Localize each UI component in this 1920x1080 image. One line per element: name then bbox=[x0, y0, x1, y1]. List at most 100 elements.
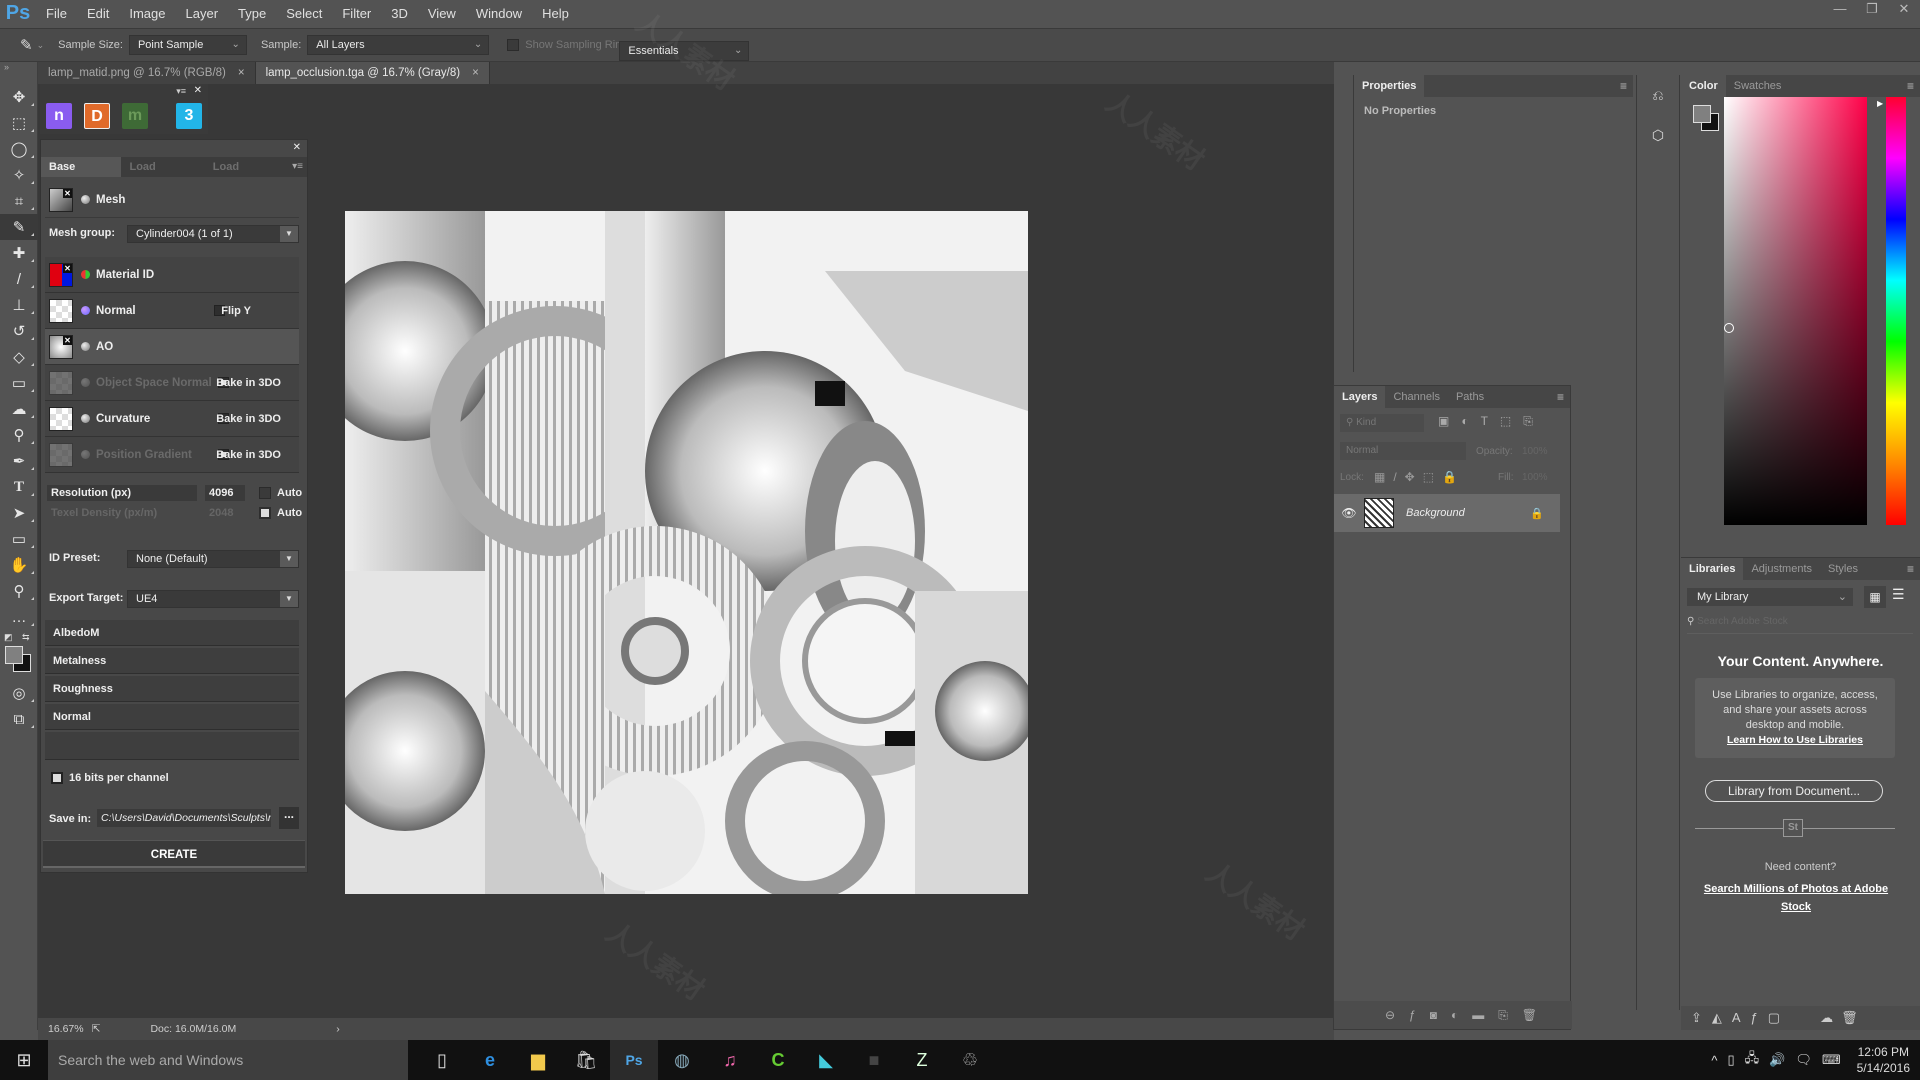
magic-wand-tool-icon[interactable]: ✧ bbox=[0, 162, 38, 188]
menu-layer[interactable]: Layer bbox=[176, 0, 229, 28]
tab-paths[interactable]: Paths bbox=[1448, 386, 1492, 408]
stamp-tool-icon[interactable]: ⊥ bbox=[0, 292, 38, 318]
eyedropper-icon[interactable]: ✎ bbox=[20, 36, 33, 54]
layer-row-background[interactable]: 👁 Background 🔒 bbox=[1334, 494, 1560, 532]
panel-menu-icon[interactable]: ▾≡ bbox=[292, 157, 303, 177]
tab-adjustments[interactable]: Adjustments bbox=[1743, 558, 1820, 580]
tab-base-creator[interactable]: Base Creator bbox=[41, 157, 122, 193]
tab-libraries[interactable]: Libraries bbox=[1681, 558, 1744, 580]
list-view-icon[interactable]: ☰ bbox=[1892, 586, 1905, 603]
workspace-select[interactable]: Essentials ⌄ bbox=[619, 41, 750, 61]
plugin-n-icon[interactable]: n bbox=[46, 103, 72, 129]
taskbar-search-box[interactable]: Search the web and Windows bbox=[48, 1040, 408, 1080]
keyboard-icon[interactable]: ⌨ bbox=[1822, 1052, 1841, 1068]
save-path-input[interactable]: C:\Users\David\Documents\Sculpts\rip bbox=[97, 809, 271, 827]
healing-tool-icon[interactable]: ✚ bbox=[0, 240, 38, 266]
foreground-color-swatch[interactable] bbox=[1693, 105, 1711, 123]
task-view-icon[interactable]: ▯ bbox=[418, 1040, 466, 1080]
color-saturation-field[interactable] bbox=[1724, 97, 1867, 525]
eraser-tool-icon[interactable]: ◇ bbox=[0, 344, 38, 370]
marquee-tool-icon[interactable]: ⬚ bbox=[0, 110, 38, 136]
position-gradient-thumbnail[interactable] bbox=[49, 442, 73, 467]
zoom-level[interactable]: 16.67% bbox=[48, 1023, 84, 1035]
show-sampling-ring-checkbox[interactable] bbox=[507, 39, 520, 51]
layer-filter-icons[interactable]: ▣◐T⬚⎘ bbox=[1438, 414, 1545, 429]
menu-filter[interactable]: Filter bbox=[332, 0, 381, 28]
tab-load-inputs[interactable]: Load Inputs... bbox=[121, 157, 204, 193]
plugin-3-icon[interactable]: 3 bbox=[176, 103, 202, 129]
default-colors-icon[interactable]: ◩ bbox=[4, 632, 13, 643]
blur-tool-icon[interactable]: ☁ bbox=[0, 396, 38, 422]
status-menu-chevron-icon[interactable]: › bbox=[336, 1023, 340, 1035]
panel-menu-icon[interactable]: ≡ bbox=[1620, 79, 1627, 93]
more-tools-icon[interactable]: … bbox=[0, 604, 38, 630]
texel-auto-checkbox[interactable] bbox=[259, 507, 271, 519]
menu-type[interactable]: Type bbox=[228, 0, 276, 28]
menu-help[interactable]: Help bbox=[532, 0, 579, 28]
lock-icon[interactable]: 🔒 bbox=[1530, 507, 1544, 520]
close-button[interactable]: ✕ bbox=[1888, 0, 1920, 20]
hand-tool-icon[interactable]: ✋ bbox=[0, 552, 38, 578]
color-picker-handle[interactable] bbox=[1724, 323, 1734, 333]
ao-thumbnail[interactable]: ✕ bbox=[49, 334, 73, 359]
close-panel-icon[interactable]: ✕ bbox=[293, 142, 301, 153]
itunes-icon[interactable]: ♫ bbox=[706, 1040, 754, 1080]
tab-channels[interactable]: Channels bbox=[1385, 386, 1447, 408]
mesh-group-select[interactable]: Cylinder004 (1 of 1) ▼ bbox=[127, 225, 299, 243]
remove-icon[interactable]: ✕ bbox=[63, 188, 72, 198]
volume-icon[interactable]: 🔊 bbox=[1769, 1052, 1785, 1068]
file-explorer-icon[interactable]: ▆ bbox=[514, 1040, 562, 1080]
show-hidden-icons-chevron-icon[interactable]: ^ bbox=[1711, 1053, 1717, 1068]
16-bits-checkbox[interactable] bbox=[51, 772, 63, 784]
recycle-app-icon[interactable]: ♲ bbox=[946, 1040, 994, 1080]
sample-select[interactable]: All Layers ⌄ bbox=[307, 35, 490, 55]
steam-icon[interactable]: ◍ bbox=[658, 1040, 706, 1080]
tool-preset-chevron-icon[interactable]: ⌄ bbox=[37, 40, 45, 51]
create-button[interactable]: CREATE bbox=[43, 840, 305, 868]
close-tab-icon[interactable]: × bbox=[238, 67, 245, 79]
material-id-thumbnail[interactable]: ✕ bbox=[49, 262, 73, 287]
move-tool-icon[interactable]: ✥ bbox=[0, 84, 38, 110]
stock-search-input[interactable]: ⚲ Search Adobe Stock bbox=[1687, 616, 1913, 634]
plugin-m-icon[interactable]: m bbox=[122, 103, 148, 129]
hue-slider[interactable] bbox=[1886, 97, 1906, 525]
mesh-row[interactable]: ✕ Mesh bbox=[45, 182, 299, 218]
sample-size-select[interactable]: Point Sample ⌄ bbox=[128, 35, 247, 55]
screen-mode-icon[interactable]: ⧉ bbox=[0, 706, 38, 732]
blend-mode-select[interactable]: Normal bbox=[1340, 442, 1466, 460]
lock-icons[interactable]: ▦/✥⬚🔒 bbox=[1374, 470, 1465, 484]
gradient-tool-icon[interactable]: ▭ bbox=[0, 370, 38, 396]
remove-icon[interactable]: ✕ bbox=[63, 263, 72, 273]
menu-view[interactable]: View bbox=[418, 0, 466, 28]
close-panel-icon[interactable]: ✕ bbox=[194, 85, 202, 96]
eyedropper-tool-icon[interactable]: ✎ bbox=[0, 214, 38, 240]
input-row-material-id[interactable]: ✕ Material ID bbox=[45, 257, 299, 293]
output-albedom[interactable]: AlbedoM bbox=[45, 620, 299, 646]
menu-edit[interactable]: Edit bbox=[77, 0, 119, 28]
library-from-document-button[interactable]: Library from Document... bbox=[1705, 780, 1883, 802]
panel-menu-icon[interactable]: ≡ bbox=[1907, 79, 1914, 93]
toolbox-collapse-icon[interactable]: » bbox=[0, 62, 37, 84]
history-brush-tool-icon[interactable]: ↺ bbox=[0, 318, 38, 344]
cloud-and-trash-icons[interactable]: ☁🗑 bbox=[1820, 1010, 1866, 1025]
input-row-curvature[interactable]: Curvature Bake in 3DO bbox=[45, 401, 299, 437]
resolution-auto-checkbox[interactable] bbox=[259, 487, 271, 499]
doc-tab-matid[interactable]: lamp_matid.png @ 16.7% (RGB/8) × bbox=[38, 62, 256, 84]
restore-button[interactable]: ❐ bbox=[1856, 0, 1888, 20]
mesh-thumbnail[interactable]: ✕ bbox=[49, 187, 73, 212]
resolution-input[interactable]: 4096 bbox=[205, 485, 245, 501]
panel-menu-icon[interactable]: ≡ bbox=[1907, 562, 1914, 576]
dark-app-icon[interactable]: ■ bbox=[850, 1040, 898, 1080]
object-space-normal-thumbnail[interactable] bbox=[49, 370, 73, 395]
layer-filter-input[interactable]: ⚲ Kind bbox=[1340, 414, 1424, 432]
menu-select[interactable]: Select bbox=[276, 0, 332, 28]
photoshop-taskbar-icon[interactable]: Ps bbox=[610, 1040, 658, 1080]
substance-icon[interactable]: ◣ bbox=[802, 1040, 850, 1080]
brush-tool-icon[interactable]: / bbox=[0, 266, 38, 292]
share-icon[interactable]: ⇱ bbox=[92, 1023, 101, 1035]
pen-tool-icon[interactable]: ✒ bbox=[0, 448, 38, 474]
plugin-d-icon[interactable]: D bbox=[84, 103, 110, 129]
normal-thumbnail[interactable] bbox=[49, 298, 73, 323]
tab-color[interactable]: Color bbox=[1681, 75, 1726, 97]
dodge-tool-icon[interactable]: ⚲ bbox=[0, 422, 38, 448]
